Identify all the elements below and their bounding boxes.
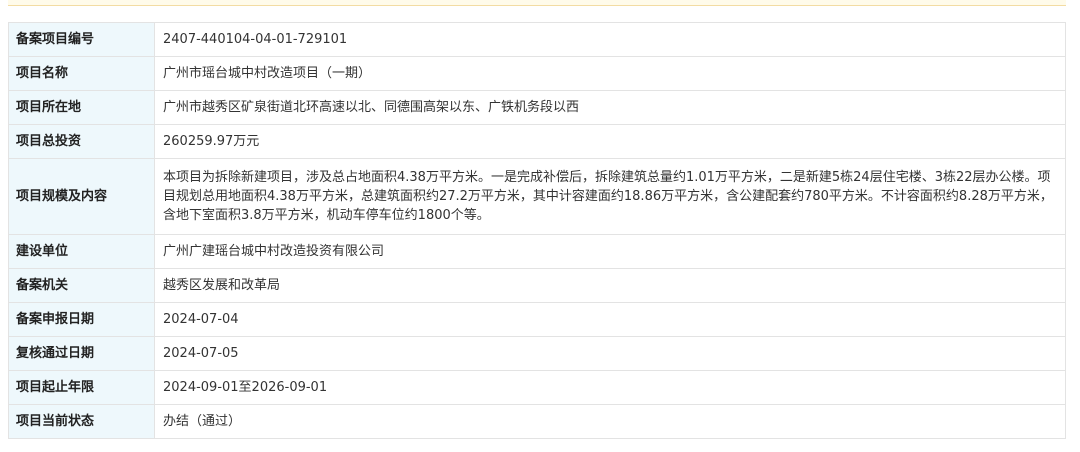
- table-row-scope-content: 项目规模及内容 本项目为拆除新建项目，涉及总占地面积4.38万平方米。一是完成补…: [8, 158, 1066, 235]
- table-row-project-location: 项目所在地 广州市越秀区矿泉街道北环高速以北、同德围高架以东、广铁机务段以西: [8, 90, 1066, 125]
- row-label: 备案机关: [8, 268, 155, 303]
- row-value: 2024-07-05: [154, 336, 1066, 371]
- row-value: 广州广建瑶台城中村改造投资有限公司: [154, 234, 1066, 269]
- project-record-table: 备案项目编号 2407-440104-04-01-729101 项目名称 广州市…: [8, 22, 1066, 439]
- table-row-filing-date: 备案申报日期 2024-07-04: [8, 302, 1066, 337]
- row-label: 项目所在地: [8, 90, 155, 125]
- row-label: 项目总投资: [8, 124, 155, 159]
- status-value: 办结（通过）: [154, 404, 1066, 439]
- row-label: 备案项目编号: [8, 22, 155, 57]
- row-label: 复核通过日期: [8, 336, 155, 371]
- row-label: 项目当前状态: [8, 404, 155, 439]
- row-value: 本项目为拆除新建项目，涉及总占地面积4.38万平方米。一是完成补偿后，拆除建筑总…: [154, 158, 1066, 235]
- row-value: 2024-09-01至2026-09-01: [154, 370, 1066, 405]
- row-value: 广州市越秀区矿泉街道北环高速以北、同德围高架以东、广铁机务段以西: [154, 90, 1066, 125]
- row-label: 建设单位: [8, 234, 155, 269]
- table-row-project-name: 项目名称 广州市瑶台城中村改造项目（一期）: [8, 56, 1066, 91]
- row-label: 项目规模及内容: [8, 158, 155, 235]
- table-row-total-investment: 项目总投资 260259.97万元: [8, 124, 1066, 159]
- table-row-current-status: 项目当前状态 办结（通过）: [8, 404, 1066, 439]
- row-label: 备案申报日期: [8, 302, 155, 337]
- notice-banner-edge: [8, 0, 1066, 6]
- row-value: 260259.97万元: [154, 124, 1066, 159]
- row-value: 2407-440104-04-01-729101: [154, 22, 1066, 57]
- row-label: 项目名称: [8, 56, 155, 91]
- table-row-project-period: 项目起止年限 2024-09-01至2026-09-01: [8, 370, 1066, 405]
- row-value: 越秀区发展和改革局: [154, 268, 1066, 303]
- table-row-construction-unit: 建设单位 广州广建瑶台城中村改造投资有限公司: [8, 234, 1066, 269]
- table-row-filing-authority: 备案机关 越秀区发展和改革局: [8, 268, 1066, 303]
- row-label: 项目起止年限: [8, 370, 155, 405]
- table-row-review-date: 复核通过日期 2024-07-05: [8, 336, 1066, 371]
- row-value: 广州市瑶台城中村改造项目（一期）: [154, 56, 1066, 91]
- table-row-project-code: 备案项目编号 2407-440104-04-01-729101: [8, 22, 1066, 57]
- row-value: 2024-07-04: [154, 302, 1066, 337]
